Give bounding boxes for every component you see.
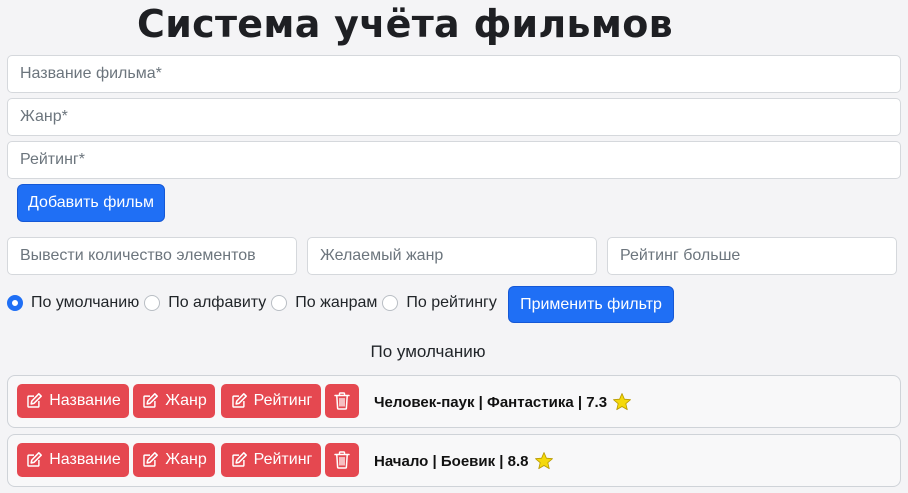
radio-unchecked-icon[interactable] xyxy=(271,295,288,311)
sort-radio-label: По умолчанию xyxy=(31,294,140,311)
edit-rating-label: Рейтинг xyxy=(253,451,313,468)
movie-rating-input[interactable] xyxy=(7,141,901,179)
edit-genre-button[interactable]: Жанр xyxy=(133,443,215,477)
movie-info: Человек-паук | Фантастика | 7.3 xyxy=(374,392,632,412)
sort-radio-label: По алфавиту xyxy=(168,294,267,311)
edit-name-button[interactable]: Название xyxy=(17,443,129,477)
sort-mode-heading: По умолчанию xyxy=(370,342,486,361)
sort-radio-group: По умолчанию По алфавиту По жанрам По ре… xyxy=(7,292,502,314)
delete-button[interactable] xyxy=(325,384,359,418)
edit-icon xyxy=(27,393,43,408)
movie-details: Начало | Боевик | 8.8 xyxy=(374,452,529,470)
edit-rating-button[interactable]: Рейтинг xyxy=(221,443,321,477)
edit-rating-label: Рейтинг xyxy=(253,392,313,409)
star-icon xyxy=(613,393,631,411)
edit-genre-label: Жанр xyxy=(165,451,207,468)
sort-radio-label: По жанрам xyxy=(295,294,378,311)
sort-radio-rating[interactable]: По рейтингу xyxy=(382,294,497,312)
edit-icon xyxy=(231,452,247,467)
count-filter-input[interactable] xyxy=(7,237,297,275)
star-icon xyxy=(534,452,553,470)
movie-details: Человек-паук | Фантастика | 7.3 xyxy=(374,393,608,411)
edit-genre-button[interactable]: Жанр xyxy=(133,384,215,418)
radio-unchecked-icon[interactable] xyxy=(144,295,161,311)
movie-info: Начало | Боевик | 8.8 xyxy=(374,451,554,471)
radio-checked-icon[interactable] xyxy=(7,295,23,311)
delete-button[interactable] xyxy=(325,443,359,477)
edit-icon xyxy=(143,393,159,408)
edit-name-label: Название xyxy=(49,451,121,468)
sort-radio-label: По рейтингу xyxy=(406,294,497,311)
radio-unchecked-icon[interactable] xyxy=(382,295,399,311)
movie-genre-input[interactable] xyxy=(7,98,901,136)
movie-name-input[interactable] xyxy=(7,55,901,93)
edit-icon xyxy=(143,452,159,467)
apply-filter-button[interactable]: Применить фильтр xyxy=(508,286,674,323)
edit-name-button[interactable]: Название xyxy=(17,384,129,418)
edit-rating-button[interactable]: Рейтинг xyxy=(221,384,321,418)
edit-icon xyxy=(231,393,247,408)
edit-genre-label: Жанр xyxy=(165,392,207,409)
page-title: Система учёта фильмов xyxy=(137,2,673,46)
trash-icon xyxy=(334,451,350,469)
genre-filter-input[interactable] xyxy=(307,237,597,275)
rating-filter-input[interactable] xyxy=(607,237,897,275)
add-movie-button[interactable]: Добавить фильм xyxy=(17,184,165,222)
edit-name-label: Название xyxy=(49,392,121,409)
movie-card: Название Жанр Рейтинг Человек-паук | Фан… xyxy=(7,375,901,428)
edit-icon xyxy=(27,452,43,467)
sort-radio-default[interactable]: По умолчанию xyxy=(7,294,139,312)
trash-icon xyxy=(334,392,350,410)
sort-radio-alphabet[interactable]: По алфавиту xyxy=(144,294,266,312)
movie-card: Название Жанр Рейтинг Начало | Боевик | … xyxy=(7,434,901,487)
sort-radio-genre[interactable]: По жанрам xyxy=(271,294,377,312)
